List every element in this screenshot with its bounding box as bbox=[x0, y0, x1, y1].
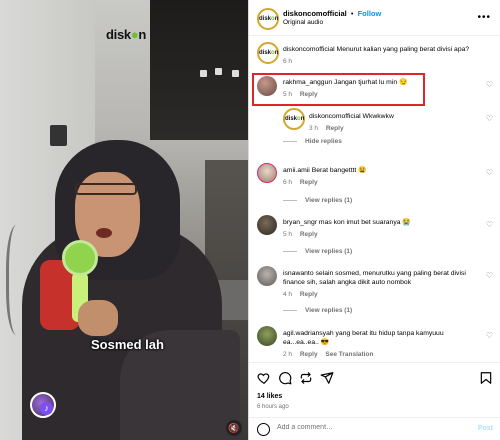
handheld-fan bbox=[62, 240, 98, 276]
header-username[interactable]: diskoncomofficial bbox=[283, 9, 347, 18]
avatar[interactable] bbox=[257, 163, 277, 183]
comment-text: isnawanto selain sosmed, menurutku yang … bbox=[283, 270, 466, 286]
likes-count[interactable]: 14 likes bbox=[257, 393, 282, 400]
comment-text: diskoncomofficial Wkwkwkw bbox=[309, 113, 394, 120]
action-bar: 14 likes 6 hours ago Post bbox=[249, 362, 500, 440]
see-translation-button[interactable]: See Translation bbox=[325, 351, 373, 358]
person-mouth bbox=[96, 228, 112, 238]
avatar[interactable]: diskon bbox=[257, 8, 279, 30]
video-player[interactable]: disk●n Sosmed lah ♪ 🔇 bbox=[0, 0, 248, 440]
comment-text: amii.amii Berat bangetttt 😫 bbox=[283, 167, 367, 174]
person-hand bbox=[78, 300, 118, 336]
heart-icon[interactable]: ♡ bbox=[486, 331, 493, 340]
background-ceiling bbox=[150, 0, 248, 140]
person-glasses bbox=[75, 183, 137, 195]
emoji-icon[interactable] bbox=[257, 423, 270, 436]
heart-icon[interactable]: ♡ bbox=[486, 271, 493, 280]
comment-meta: 4 h Reply bbox=[283, 291, 318, 298]
mute-icon[interactable]: 🔇 bbox=[226, 420, 242, 436]
add-comment-bar: Post bbox=[249, 417, 500, 440]
hide-replies-button[interactable]: Hide replies bbox=[283, 138, 342, 145]
comment-meta: 2 h Reply See Translation bbox=[283, 351, 374, 358]
repost-icon[interactable] bbox=[299, 371, 313, 385]
heart-icon[interactable]: ♡ bbox=[486, 80, 493, 89]
avatar[interactable] bbox=[257, 266, 277, 286]
post-button[interactable]: Post bbox=[478, 425, 493, 432]
highlight-box bbox=[252, 73, 425, 106]
reply-button[interactable]: Reply bbox=[300, 351, 318, 358]
view-replies-button[interactable]: View replies (1) bbox=[283, 307, 352, 314]
reply-button[interactable]: Reply bbox=[300, 179, 318, 186]
comment-text: agil.wadriansyah yang berat itu hidup ta… bbox=[283, 330, 444, 346]
video-caption: Sosmed lah bbox=[91, 337, 164, 352]
avatar[interactable]: diskon bbox=[283, 108, 305, 130]
header-user: diskoncomofficial • Follow bbox=[283, 9, 381, 18]
heart-icon[interactable]: ♡ bbox=[486, 114, 493, 123]
brand-watermark: disk●n bbox=[106, 27, 147, 42]
post-timestamp: 6 hours ago bbox=[257, 404, 289, 410]
comment-text: bryan_sngr mas kon imut bet suaranya 😭 bbox=[283, 219, 411, 226]
post-header: diskon diskoncomofficial • Follow Origin… bbox=[249, 0, 500, 36]
music-note-icon[interactable]: ♪ bbox=[40, 402, 53, 415]
avatar[interactable] bbox=[257, 215, 277, 235]
comment-input[interactable] bbox=[277, 424, 457, 431]
avatar[interactable]: diskon bbox=[257, 42, 279, 64]
comment-meta: 6 h Reply bbox=[283, 179, 318, 186]
heart-icon[interactable]: ♡ bbox=[486, 168, 493, 177]
heart-icon[interactable] bbox=[257, 371, 271, 385]
comment-meta: 3 h Reply bbox=[309, 125, 344, 132]
view-replies-button[interactable]: View replies (1) bbox=[283, 248, 352, 255]
avatar[interactable] bbox=[257, 326, 277, 346]
view-replies-button[interactable]: View replies (1) bbox=[283, 197, 352, 204]
share-icon[interactable] bbox=[320, 371, 334, 385]
separator-dot: • bbox=[350, 9, 354, 18]
heart-icon[interactable]: ♡ bbox=[486, 220, 493, 229]
comment-text: diskoncomofficial Menurut kalian yang pa… bbox=[283, 46, 470, 53]
comment-meta: 6 h bbox=[283, 58, 293, 65]
follow-button[interactable]: Follow bbox=[358, 9, 382, 18]
more-options-icon[interactable]: ••• bbox=[477, 12, 491, 23]
light-switch bbox=[50, 125, 67, 146]
reply-button[interactable]: Reply bbox=[300, 231, 318, 238]
audio-label[interactable]: Original audio bbox=[283, 19, 323, 26]
comment-icon[interactable] bbox=[278, 371, 292, 385]
bookmark-icon[interactable] bbox=[479, 371, 493, 385]
reply-button[interactable]: Reply bbox=[300, 291, 318, 298]
comment-meta: 5 h Reply bbox=[283, 231, 318, 238]
reply-button[interactable]: Reply bbox=[326, 125, 344, 132]
comments-panel: diskon diskoncomofficial • Follow Origin… bbox=[248, 0, 500, 440]
